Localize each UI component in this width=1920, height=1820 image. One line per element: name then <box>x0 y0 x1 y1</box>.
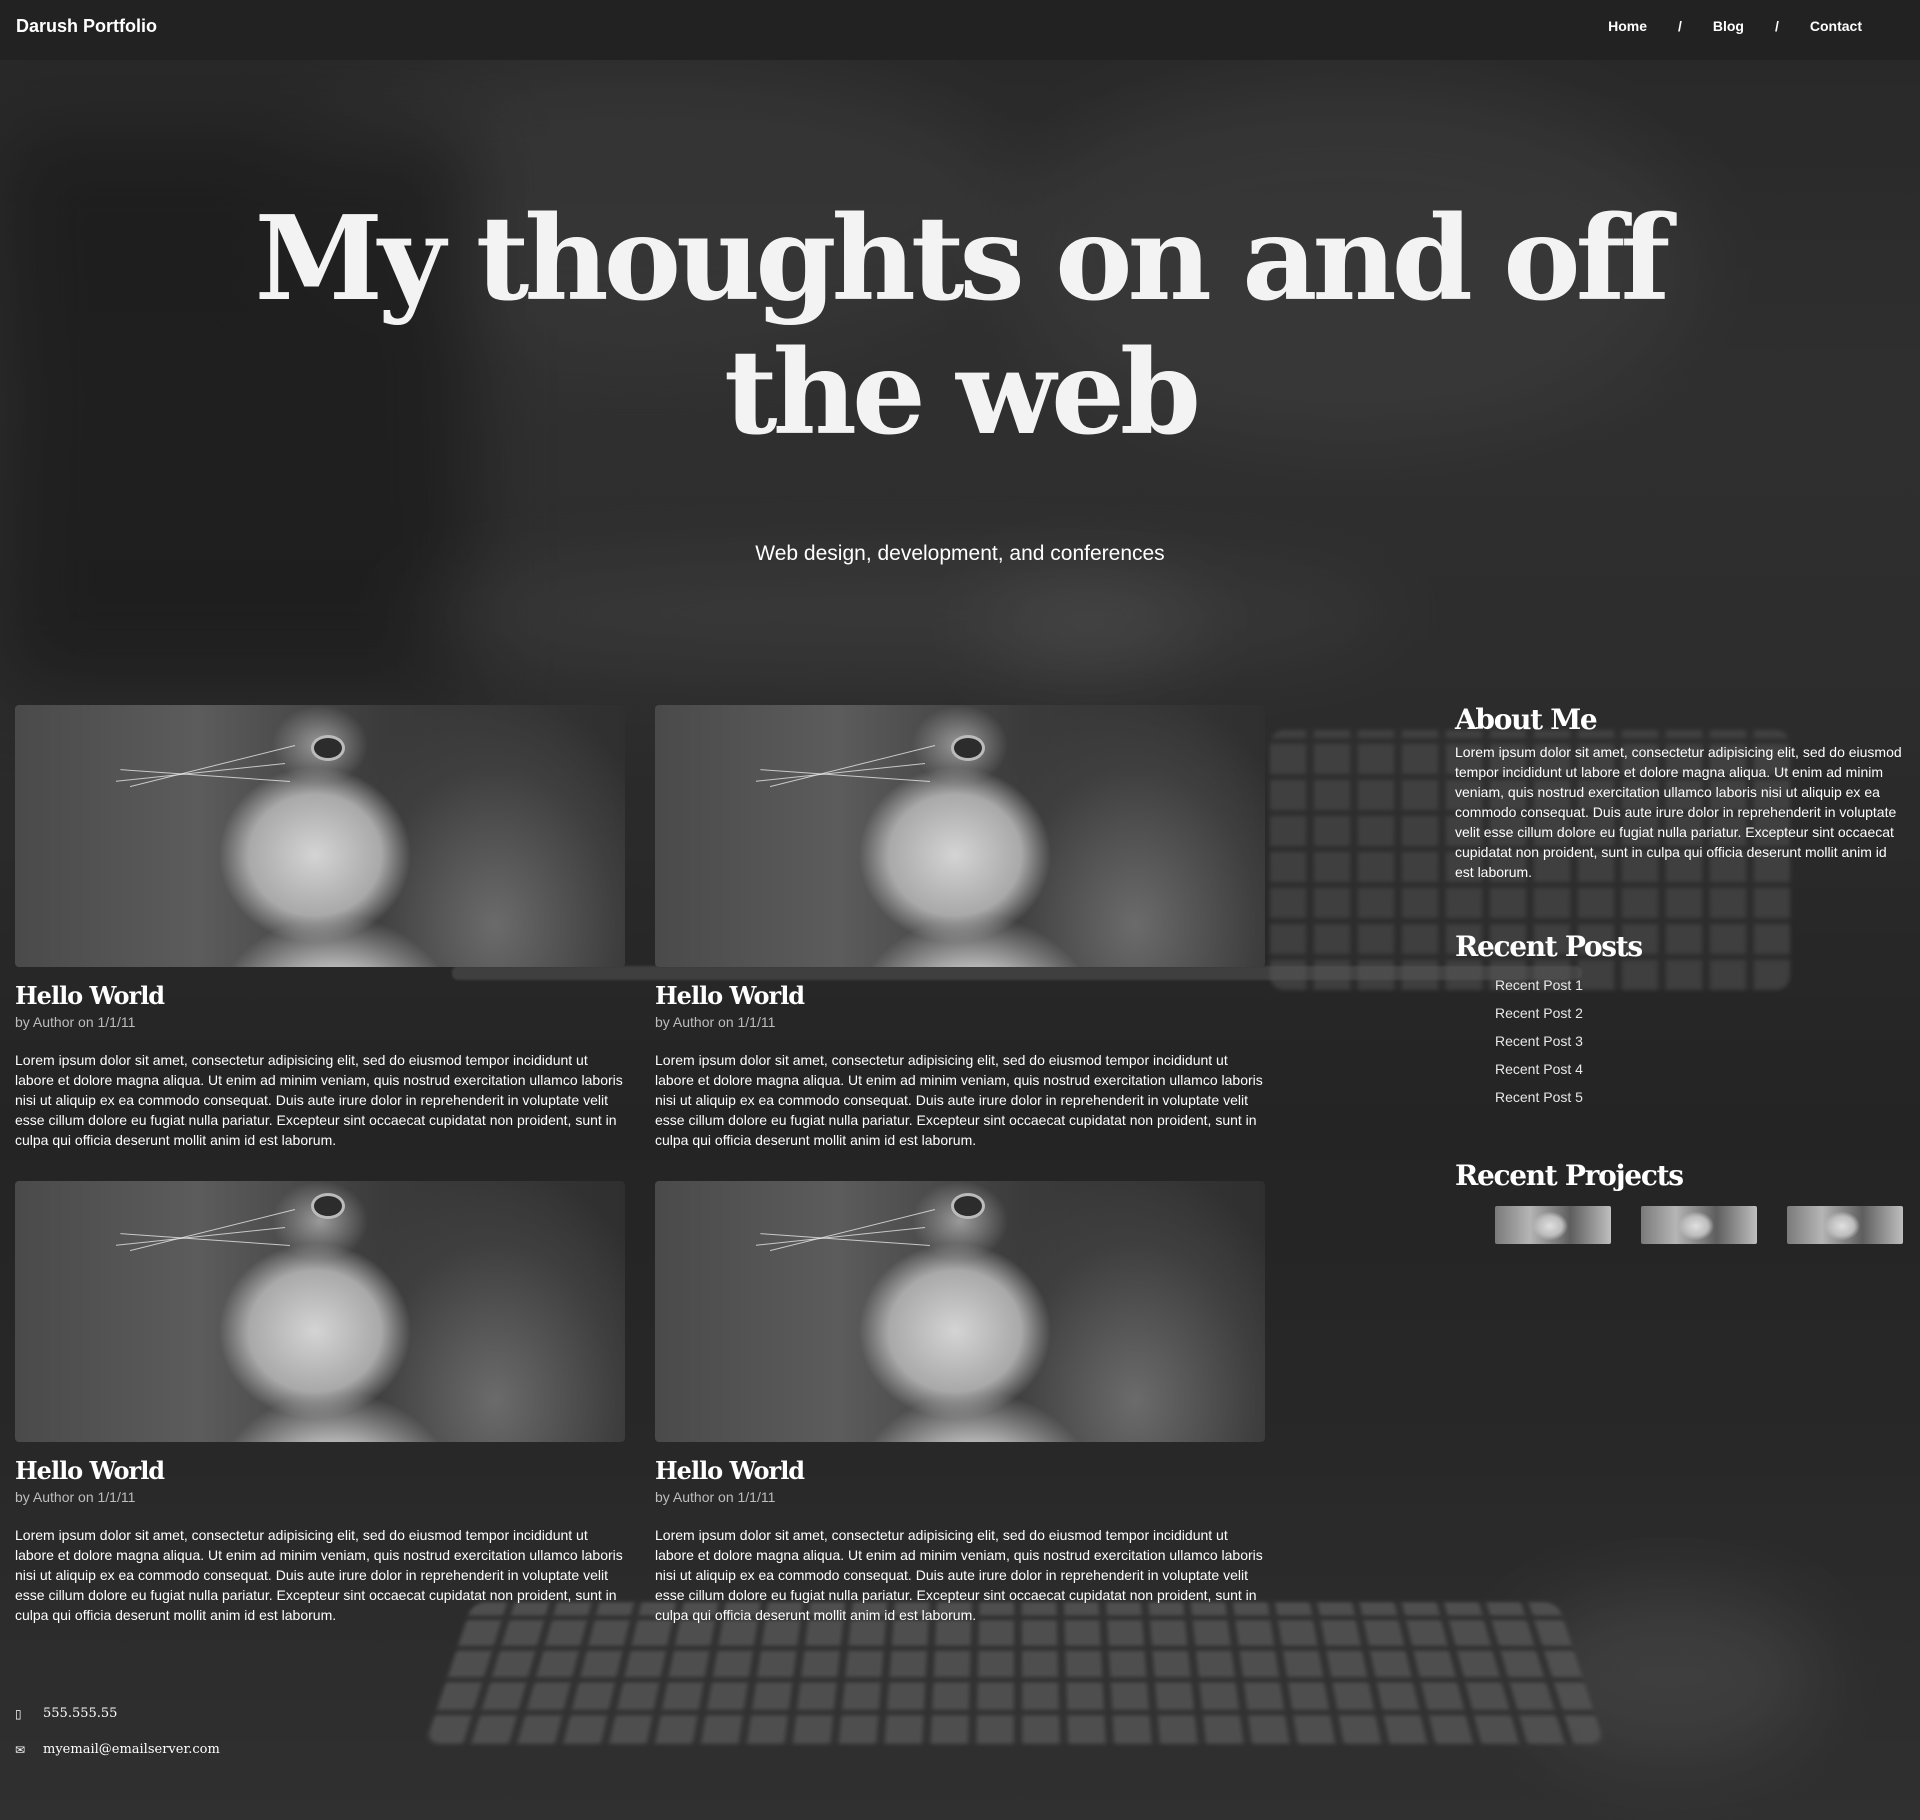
hero-subtitle: Web design, development, and conferences <box>755 542 1165 565</box>
post-excerpt: Lorem ipsum dolor sit amet, consectetur … <box>15 1527 623 1623</box>
sidebar: About Me Lorem ipsum dolor sit amet, con… <box>1455 703 1905 1244</box>
post-title[interactable]: Hello World <box>655 1456 1265 1485</box>
recent-posts-list: Recent Post 1 Recent Post 2 Recent Post … <box>1455 971 1905 1111</box>
project-thumbnail[interactable] <box>1641 1206 1757 1244</box>
recent-post-link[interactable]: Recent Post 3 <box>1495 1027 1905 1055</box>
blog-post: Hello World by Author on 1/1/11 Lorem ip… <box>15 1181 625 1625</box>
project-thumbnail[interactable] <box>1495 1206 1611 1244</box>
phone-number[interactable]: 555.555.55 <box>43 1706 117 1721</box>
post-title[interactable]: Hello World <box>15 981 625 1010</box>
envelope-icon: ✉ <box>15 1742 26 1757</box>
nav-link-home[interactable]: Home <box>1608 18 1647 34</box>
navbar: Darush Portfolio Home / Blog / Contact <box>0 0 1920 60</box>
post-image[interactable] <box>15 705 625 967</box>
blog-post: Hello World by Author on 1/1/11 Lorem ip… <box>15 705 625 1150</box>
recent-projects-gallery <box>1495 1206 1905 1244</box>
post-meta: by Author on 1/1/11 <box>655 1014 776 1030</box>
post-title[interactable]: Hello World <box>655 981 1265 1010</box>
post-image[interactable] <box>655 705 1265 967</box>
mobile-phone-icon: ▯ <box>15 1706 22 1721</box>
about-me-heading: About Me <box>1455 703 1598 736</box>
nav-link-blog[interactable]: Blog <box>1713 18 1744 34</box>
post-title[interactable]: Hello World <box>15 1456 625 1485</box>
email-address[interactable]: myemail@emailserver.com <box>43 1742 220 1757</box>
post-excerpt: Lorem ipsum dolor sit amet, consectetur … <box>15 1052 623 1148</box>
blog-post: Hello World by Author on 1/1/11 Lorem ip… <box>655 705 1265 1150</box>
blog-post: Hello World by Author on 1/1/11 Lorem ip… <box>655 1181 1265 1625</box>
recent-post-link[interactable]: Recent Post 2 <box>1495 999 1905 1027</box>
recent-post-link[interactable]: Recent Post 5 <box>1495 1083 1905 1111</box>
recent-posts-heading: Recent Posts <box>1455 930 1643 963</box>
recent-post-link[interactable]: Recent Post 4 <box>1495 1055 1905 1083</box>
project-thumbnail[interactable] <box>1787 1206 1903 1244</box>
contact-phone: ▯ 555.555.55 <box>15 1706 117 1721</box>
post-excerpt: Lorem ipsum dolor sit amet, consectetur … <box>655 1052 1263 1148</box>
post-meta: by Author on 1/1/11 <box>15 1014 136 1030</box>
recent-projects-heading: Recent Projects <box>1455 1159 1684 1192</box>
nav-links: Home / Blog / Contact <box>1608 18 1862 34</box>
contact-email: ✉ myemail@emailserver.com <box>15 1742 220 1757</box>
post-excerpt: Lorem ipsum dolor sit amet, consectetur … <box>655 1527 1263 1623</box>
post-image[interactable] <box>15 1181 625 1442</box>
nav-separator: / <box>1774 18 1779 34</box>
site-brand[interactable]: Darush Portfolio <box>16 16 157 37</box>
post-meta: by Author on 1/1/11 <box>15 1489 136 1505</box>
hero-title: My thoughts on and off the web <box>254 191 1671 461</box>
nav-link-contact[interactable]: Contact <box>1810 18 1862 34</box>
nav-separator: / <box>1677 18 1682 34</box>
recent-post-link[interactable]: Recent Post 1 <box>1495 971 1905 999</box>
about-me-text: Lorem ipsum dolor sit amet, consectetur … <box>1455 744 1902 880</box>
post-meta: by Author on 1/1/11 <box>655 1489 776 1505</box>
post-image[interactable] <box>655 1181 1265 1442</box>
